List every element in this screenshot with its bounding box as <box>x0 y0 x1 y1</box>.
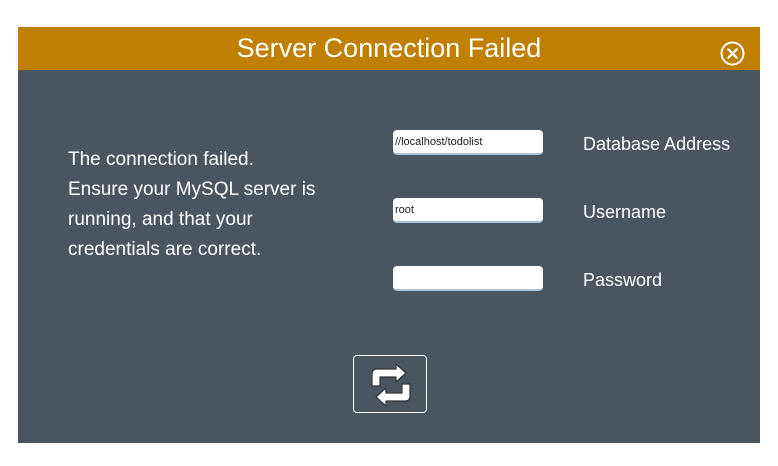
message-line: credentials are correct. <box>68 239 262 260</box>
password-input[interactable] <box>393 266 543 291</box>
dialog-title: Server Connection Failed <box>236 33 542 63</box>
error-message: The connection failed. Ensure your MySQL… <box>68 145 348 265</box>
password-label: Password <box>583 270 663 290</box>
close-icon <box>720 41 745 66</box>
connection-failed-dialog: Server Connection Failed The connection … <box>18 27 760 443</box>
title-bar: Server Connection Failed <box>18 27 760 70</box>
message-line: The connection failed. <box>68 149 254 170</box>
database-address-label: Database Address <box>583 134 731 154</box>
database-address-input[interactable] <box>393 130 543 155</box>
message-line: Ensure your MySQL server is <box>68 179 316 200</box>
retry-connection-button[interactable] <box>353 355 427 413</box>
username-label: Username <box>583 202 667 222</box>
refresh-icon <box>371 364 411 406</box>
message-line: running, and that your <box>68 209 253 230</box>
username-input[interactable] <box>393 198 543 223</box>
close-button[interactable] <box>720 36 745 66</box>
